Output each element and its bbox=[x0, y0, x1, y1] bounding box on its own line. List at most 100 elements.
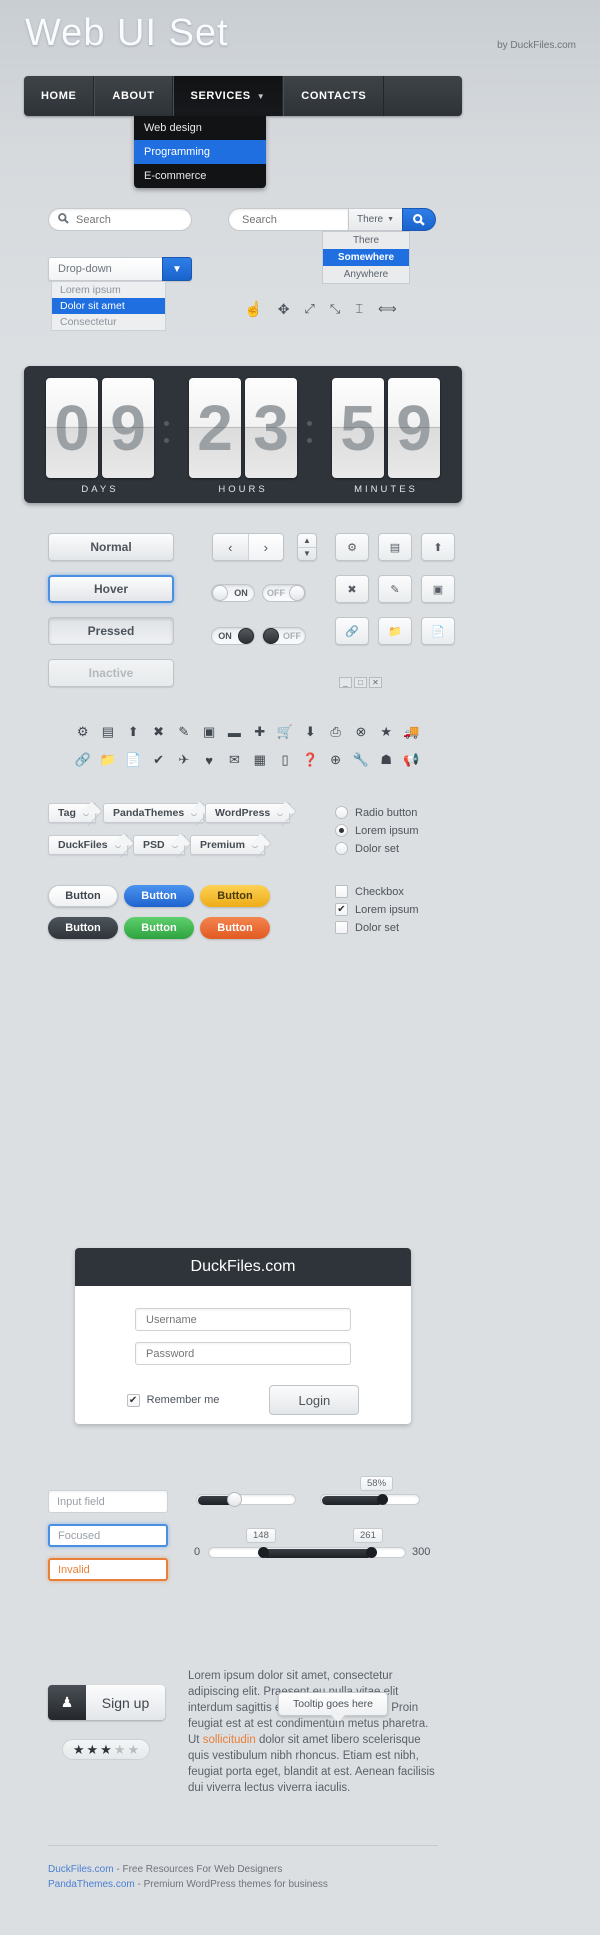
upload-icon-button[interactable]: ⬆ bbox=[421, 533, 455, 561]
close-icon[interactable]: ✕ bbox=[369, 677, 382, 688]
checkbox-checked[interactable]: ✔ bbox=[335, 903, 348, 916]
password-field[interactable] bbox=[135, 1342, 351, 1365]
layers-icon-button[interactable]: ▣ bbox=[421, 575, 455, 603]
tag-item[interactable]: Tag bbox=[48, 803, 96, 823]
star-icon-filled[interactable]: ★ bbox=[87, 1742, 99, 1758]
scope-option-somewhere[interactable]: Somewhere bbox=[323, 249, 409, 266]
search-input[interactable] bbox=[74, 212, 174, 227]
footer-link-duckfiles[interactable]: DuckFiles.com bbox=[48, 1864, 114, 1875]
star-icon-empty[interactable]: ★ bbox=[127, 1742, 139, 1758]
nav-item-about[interactable]: ABOUT bbox=[94, 76, 173, 116]
pill-button-white[interactable]: Button bbox=[48, 885, 118, 907]
signup-button[interactable]: ♟ Sign up bbox=[48, 1685, 165, 1720]
close-x-icon-button[interactable]: ✖ bbox=[335, 575, 369, 603]
username-field[interactable] bbox=[135, 1308, 351, 1331]
spinner-down-button[interactable]: ▼ bbox=[298, 548, 316, 561]
input-normal[interactable]: Input field bbox=[48, 1490, 168, 1513]
input-focused[interactable]: Focused bbox=[48, 1524, 168, 1547]
search-submit-button[interactable] bbox=[402, 208, 436, 231]
tag-item[interactable]: PSD bbox=[133, 835, 185, 855]
checkbox-row[interactable]: ✔ Lorem ipsum bbox=[335, 903, 419, 916]
pill-button-dark[interactable]: Button bbox=[48, 917, 118, 939]
radio-button-selected[interactable] bbox=[335, 824, 348, 837]
star-icon-empty[interactable]: ★ bbox=[114, 1742, 126, 1758]
print-icon: ⎙ bbox=[330, 724, 341, 739]
radio-row[interactable]: Radio button bbox=[335, 806, 417, 819]
input-invalid[interactable]: Invalid bbox=[48, 1558, 168, 1581]
submenu-item-ecommerce[interactable]: E-commerce bbox=[134, 164, 266, 188]
slider-range[interactable] bbox=[208, 1547, 406, 1558]
login-submit-button[interactable]: Login bbox=[269, 1385, 360, 1415]
tag-item[interactable]: DuckFiles bbox=[48, 835, 128, 855]
folder-icon-button[interactable]: 📁 bbox=[378, 617, 412, 645]
link-icon-button[interactable]: 🔗 bbox=[335, 617, 369, 645]
button-hover[interactable]: Hover bbox=[48, 575, 174, 603]
pager-control: ‹ › bbox=[212, 533, 284, 561]
tag-item[interactable]: PandaThemes bbox=[103, 803, 205, 823]
pill-button-orange[interactable]: Button bbox=[200, 917, 270, 939]
checkbox-row[interactable]: Checkbox bbox=[335, 885, 404, 898]
toggle-on[interactable]: ON bbox=[211, 627, 255, 645]
search-group: There ▼ bbox=[228, 208, 436, 231]
button-normal[interactable]: Normal bbox=[48, 533, 174, 561]
toggle-on-secondary[interactable]: OFF bbox=[262, 627, 306, 645]
nav-item-contacts[interactable]: CONTACTS bbox=[283, 76, 385, 116]
chevron-down-icon[interactable]: ▼ bbox=[162, 257, 192, 281]
nav-item-services[interactable]: SERVICES ▼ bbox=[172, 76, 284, 116]
button-pressed[interactable]: Pressed bbox=[48, 617, 174, 645]
radio-row[interactable]: Dolor set bbox=[335, 842, 399, 855]
dropdown-option-dolor[interactable]: Dolor sit amet bbox=[52, 298, 165, 314]
toggle-off[interactable]: ON bbox=[211, 584, 255, 602]
scope-option-anywhere[interactable]: Anywhere bbox=[323, 266, 409, 283]
pager-next-button[interactable]: › bbox=[247, 534, 283, 560]
tag-item[interactable]: WordPress bbox=[205, 803, 291, 823]
slider-plain-right[interactable] bbox=[320, 1494, 420, 1505]
slider-range-low-knob[interactable] bbox=[258, 1547, 269, 1558]
search-field-simple[interactable] bbox=[48, 208, 192, 231]
username-input[interactable] bbox=[144, 1312, 350, 1327]
checkbox[interactable] bbox=[335, 921, 348, 934]
nav-item-home[interactable]: HOME bbox=[24, 76, 95, 116]
dropdown-option-consectetur[interactable]: Consectetur bbox=[52, 314, 165, 330]
remember-me-checkbox[interactable]: ✔ bbox=[126, 1393, 140, 1407]
checkbox-row[interactable]: Dolor set bbox=[335, 921, 399, 934]
search-group-input[interactable] bbox=[240, 212, 348, 227]
search-scope-select[interactable]: There ▼ bbox=[348, 208, 402, 231]
digit-value: 0 bbox=[54, 392, 90, 464]
pill-button-green[interactable]: Button bbox=[124, 917, 194, 939]
maximize-icon[interactable]: □ bbox=[354, 677, 367, 688]
checkbox[interactable] bbox=[335, 885, 348, 898]
radio-button[interactable] bbox=[335, 806, 348, 819]
scope-option-there[interactable]: There bbox=[323, 232, 409, 249]
dropdown-option-lorem[interactable]: Lorem ipsum bbox=[52, 282, 165, 298]
file-icon-button[interactable]: 📄 bbox=[421, 617, 455, 645]
star-icon-filled[interactable]: ★ bbox=[100, 1742, 112, 1758]
slider-plain-left[interactable] bbox=[196, 1492, 296, 1507]
search-group-field[interactable] bbox=[228, 208, 348, 231]
footer-link-pandathemes[interactable]: PandaThemes.com bbox=[48, 1879, 135, 1890]
pill-button-blue[interactable]: Button bbox=[124, 885, 194, 907]
radio-row[interactable]: Lorem ipsum bbox=[335, 824, 419, 837]
rating-widget[interactable]: ★ ★ ★ ★ ★ bbox=[62, 1739, 150, 1760]
spinner-up-button[interactable]: ▲ bbox=[298, 534, 316, 548]
slider-range-high-knob[interactable] bbox=[366, 1547, 377, 1558]
slider-knob[interactable] bbox=[227, 1492, 242, 1507]
submenu-item-web-design[interactable]: Web design bbox=[134, 116, 266, 140]
submenu-item-programming[interactable]: Programming bbox=[134, 140, 266, 164]
toggle-off-secondary[interactable]: OFF bbox=[262, 584, 306, 602]
dropdown-options: Lorem ipsum Dolor sit amet Consectetur bbox=[51, 281, 166, 331]
dropdown-select[interactable]: Drop-down ▼ bbox=[48, 257, 192, 281]
pill-button-yellow[interactable]: Button bbox=[200, 885, 270, 907]
gears-icon-button[interactable]: ⚙ bbox=[335, 533, 369, 561]
pager-prev-button[interactable]: ‹ bbox=[213, 534, 248, 560]
pencil-icon-button[interactable]: ✎ bbox=[378, 575, 412, 603]
window-icon-button[interactable]: ▤ bbox=[378, 533, 412, 561]
password-input[interactable] bbox=[144, 1346, 350, 1361]
star-icon-filled[interactable]: ★ bbox=[73, 1742, 85, 1758]
minimize-icon[interactable]: _ bbox=[339, 677, 352, 688]
radio-button[interactable] bbox=[335, 842, 348, 855]
slider-knob[interactable] bbox=[377, 1494, 388, 1505]
tag-item[interactable]: Premium bbox=[190, 835, 265, 855]
remember-me-row[interactable]: ✔ Remember me bbox=[126, 1393, 219, 1407]
lorem-paragraph: Lorem ipsum dolor sit amet, consectetur … bbox=[188, 1668, 436, 1796]
